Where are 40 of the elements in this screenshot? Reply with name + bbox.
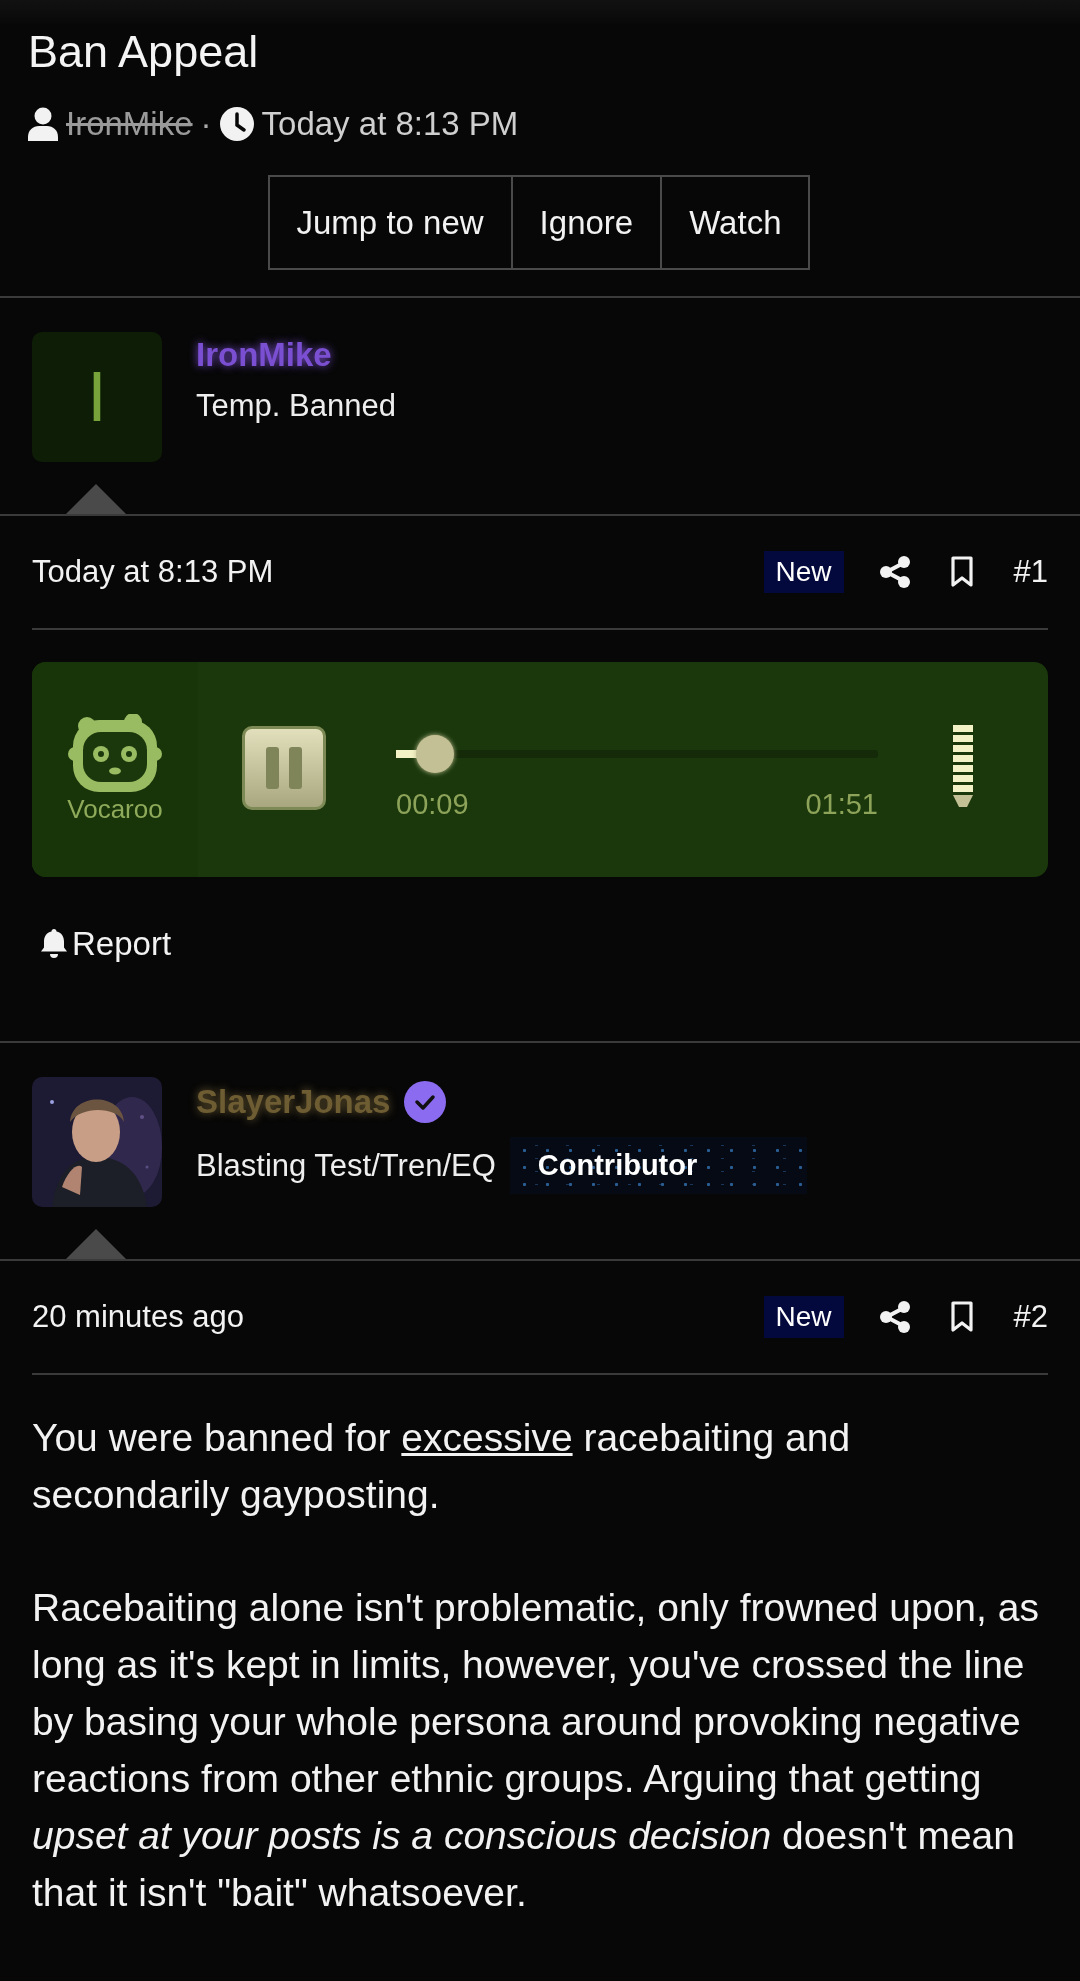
new-label: New [763,1296,844,1338]
total-duration: 01:51 [805,788,878,821]
robot-logo-icon [67,714,163,794]
thread-author[interactable]: IronMike [66,105,193,143]
post-number[interactable]: #2 [1013,1299,1048,1335]
post-paragraph: You were banned for excessive racebaiting and secondarily gayposting. [32,1415,852,1518]
post-date[interactable]: 20 minutes ago [32,1299,764,1335]
bell-icon [40,929,68,959]
brand-name: Vocaroo [67,794,163,825]
seek-slider[interactable] [396,735,878,773]
bookmark-icon [949,556,974,588]
user-avatar[interactable]: I [32,332,162,462]
share-button[interactable] [879,556,910,588]
post-number[interactable]: #1 [1013,554,1048,590]
thread-title: Ban Appeal [28,26,259,78]
share-button[interactable] [879,1301,910,1333]
user-title: Temp. Banned [196,388,396,424]
share-icon [879,556,910,588]
slider-thumb[interactable] [415,735,454,773]
clock-icon [219,107,254,141]
post-date[interactable]: Today at 8:13 PM [32,554,764,590]
bookmark-button[interactable] [949,1301,974,1333]
user-icon [28,107,58,141]
new-label: New [763,551,844,593]
bookmark-button[interactable] [949,556,974,588]
user-badge: Contributor [509,1137,808,1194]
username[interactable]: IronMike [196,336,332,374]
volume-meter-icon[interactable] [952,725,974,809]
bookmark-icon [949,1301,974,1333]
post-paragraph: Racebaiting alone isn't problematic, only frowned upon, as long as it's kept in limits, however, you've crossed the line by basing your whole persona around provoking negative reactions from other ethnic groups. Arguing that getting upset at your posts is a conscious decision doesn't mean that it isn't "bait" whatsoever. [32,1585,1040,1916]
user-title: Blasting Test/Tren/EQ [196,1147,496,1184]
thread-action-button[interactable]: Ignore [510,175,663,270]
separator-dot: · [200,105,212,143]
share-icon [879,1301,910,1333]
report-link[interactable]: Report [40,925,172,963]
pause-button[interactable] [242,726,326,810]
thread-action-button[interactable]: Watch [660,175,811,270]
elapsed-time: 00:09 [396,788,469,821]
thread-date: Today at 8:13 PM [261,105,519,143]
thread-action-button[interactable]: Jump to new [267,175,513,270]
